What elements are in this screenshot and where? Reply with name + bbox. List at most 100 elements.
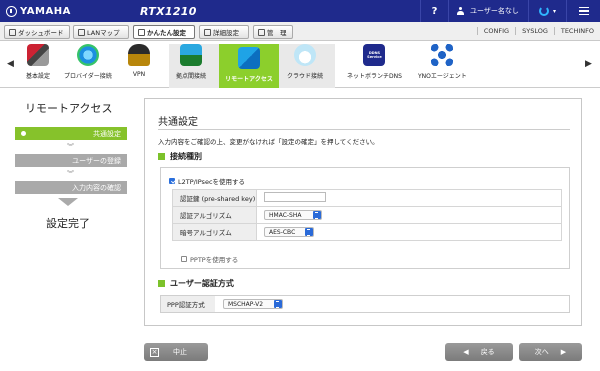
lan-map-icon [78,28,85,36]
auth-algo-label: 認証アルゴリズム [172,206,257,224]
tab-label: 管 理 [267,29,287,37]
strip-prev-icon[interactable]: ◀ [7,59,14,69]
user-menu[interactable]: ユーザー名なし [448,0,528,22]
icon-remote-access[interactable]: リモートアクセス [219,44,279,88]
hamburger-icon [578,7,589,15]
section-marker-icon [158,153,165,160]
select-arrow-icon [305,228,313,236]
panel-title: 共通設定 [158,117,198,128]
psk-cell [256,189,562,207]
icon-label: リモートアクセス [225,76,273,83]
tab-dashboard[interactable]: ダッシュボード [4,25,70,39]
site-to-site-icon [180,44,202,66]
select-value: MSCHAP-V2 [228,300,264,308]
panel-description: 入力内容をご確認の上、変更がなければ「設定の確定」を押してください。 [158,138,379,146]
section-title: 接続種別 [170,152,202,161]
l2tp-settings-table: 認証鍵 (pre-shared key) 認証アルゴリズム HMAC-SHA 暗… [172,189,562,241]
icon-netvolante-dns[interactable]: DDNS Service ネットボランチDNS [347,44,402,80]
icon-basic-settings[interactable]: 基本設定 [26,44,50,80]
auth-algo-select[interactable]: HMAC-SHA [264,210,322,220]
next-button[interactable]: 次へ ▶ [519,343,582,361]
l2tp-checkbox[interactable]: L2TP/IPsecを使用する [169,176,245,186]
help-button[interactable]: ? [420,0,448,22]
steps-title: リモートアクセス [25,102,113,115]
step-label: ユーザーの登録 [72,156,121,165]
back-button[interactable]: ◀ 戻る [445,343,513,361]
title-divider [158,129,570,130]
back-arrow-icon: ◀ [463,348,469,356]
tab-label: 詳細設定 [213,29,239,37]
icon-cloud-connection[interactable]: クラウド接続 [287,44,323,80]
section-user-auth: ユーザー認証方式 [158,278,234,289]
yamaha-logo: YAMAHA [0,5,140,17]
encryption-algo-select[interactable]: AES-CBC [264,227,314,237]
step-chevron-icon: ︾ [67,143,74,151]
function-icon-strip: ◀ 基本設定 プロバイダー接続 VPN 拠点間接続 リモートアクセス クラウド接… [0,41,600,88]
syslog-link[interactable]: SYSLOG [515,27,554,35]
l2tp-label: L2TP/IPsecを使用する [178,178,246,186]
next-arrow-icon: ▶ [560,348,567,356]
checkbox-unchecked-icon [181,256,187,262]
ppp-auth-label: PPP認証方式 [161,296,215,312]
status-menu[interactable]: ▾ [528,0,566,22]
icon-provider-connection[interactable]: プロバイダー接続 [64,44,112,80]
step-down-arrow-icon [58,198,78,208]
icon-site-to-site[interactable]: 拠点間接続 [176,44,206,80]
settings-panel: 共通設定 入力内容をご確認の上、変更がなければ「設定の確定」を押してください。 … [144,98,582,326]
tab-label: LANマップ [87,29,120,37]
model-name: RTX1210 [140,4,197,18]
pptp-label: PPTPを使用する [190,256,239,264]
cancel-button[interactable]: × 中止 [144,343,208,361]
table-row: 認証アルゴリズム HMAC-SHA [172,206,562,224]
tab-advanced-settings[interactable]: 詳細設定 [199,25,249,39]
encryption-algo-cell: AES-CBC [256,223,562,241]
ppp-auth-select[interactable]: MSCHAP-V2 [223,299,283,309]
checkbox-checked-icon [169,178,175,184]
main-tabs: ダッシュボード LANマップ かんたん設定 詳細設定 管 理 CONFIG SY… [0,22,600,41]
tab-management[interactable]: 管 理 [253,25,293,39]
ppp-auth-box: PPP認証方式 MSCHAP-V2 [160,295,570,313]
icon-label: ネットボランチDNS [347,73,402,80]
step-common-settings: 共通設定 [15,127,127,140]
icon-label: YNOエージェント [418,73,467,80]
tools-icon [27,44,49,66]
yamaha-mark-icon [6,5,17,17]
icon-yno-agent[interactable]: YNOエージェント [418,44,467,80]
current-step-icon [21,131,26,136]
section-title: ユーザー認証方式 [170,279,234,288]
cancel-label: 中止 [173,348,187,356]
icon-label: 拠点間接続 [176,73,207,80]
network-agent-icon [431,44,454,66]
step-confirm-input: 入力内容の確認 [15,181,127,194]
table-row: 認証鍵 (pre-shared key) [172,189,562,207]
step-chevron-icon: ︾ [67,170,74,178]
next-label: 次へ [534,348,549,356]
dashboard-icon [9,28,16,36]
step-complete: 設定完了 [46,217,90,230]
close-icon: × [150,347,159,357]
icon-label: 基本設定 [26,73,51,80]
cloud-icon [294,44,316,66]
select-arrow-icon [274,300,282,308]
gear-icon [204,28,211,36]
step-label: 共通設定 [93,129,121,138]
tab-easy-setup[interactable]: かんたん設定 [133,25,195,39]
tab-lan-map[interactable]: LANマップ [73,25,129,39]
strip-next-icon[interactable]: ▶ [585,59,592,69]
brand-name: YAMAHA [20,5,71,17]
techinfo-link[interactable]: TECHINFO [553,27,600,35]
back-label: 戻る [480,348,495,356]
user-label: ユーザー名なし [470,7,519,15]
encryption-algo-label: 暗号アルゴリズム [172,223,257,241]
select-value: HMAC-SHA [269,211,302,219]
psk-label: 認証鍵 (pre-shared key) [172,189,257,207]
pptp-checkbox[interactable]: PPTPを使用する [181,254,238,264]
auth-algo-cell: HMAC-SHA [256,206,562,224]
hamburger-menu-button[interactable] [566,0,600,22]
config-link[interactable]: CONFIG [476,27,515,35]
icon-vpn[interactable]: VPN [128,44,150,78]
select-value: AES-CBC [269,228,296,236]
vpn-house-icon [128,44,150,66]
psk-input[interactable] [264,192,326,202]
help-label: ? [431,5,438,17]
